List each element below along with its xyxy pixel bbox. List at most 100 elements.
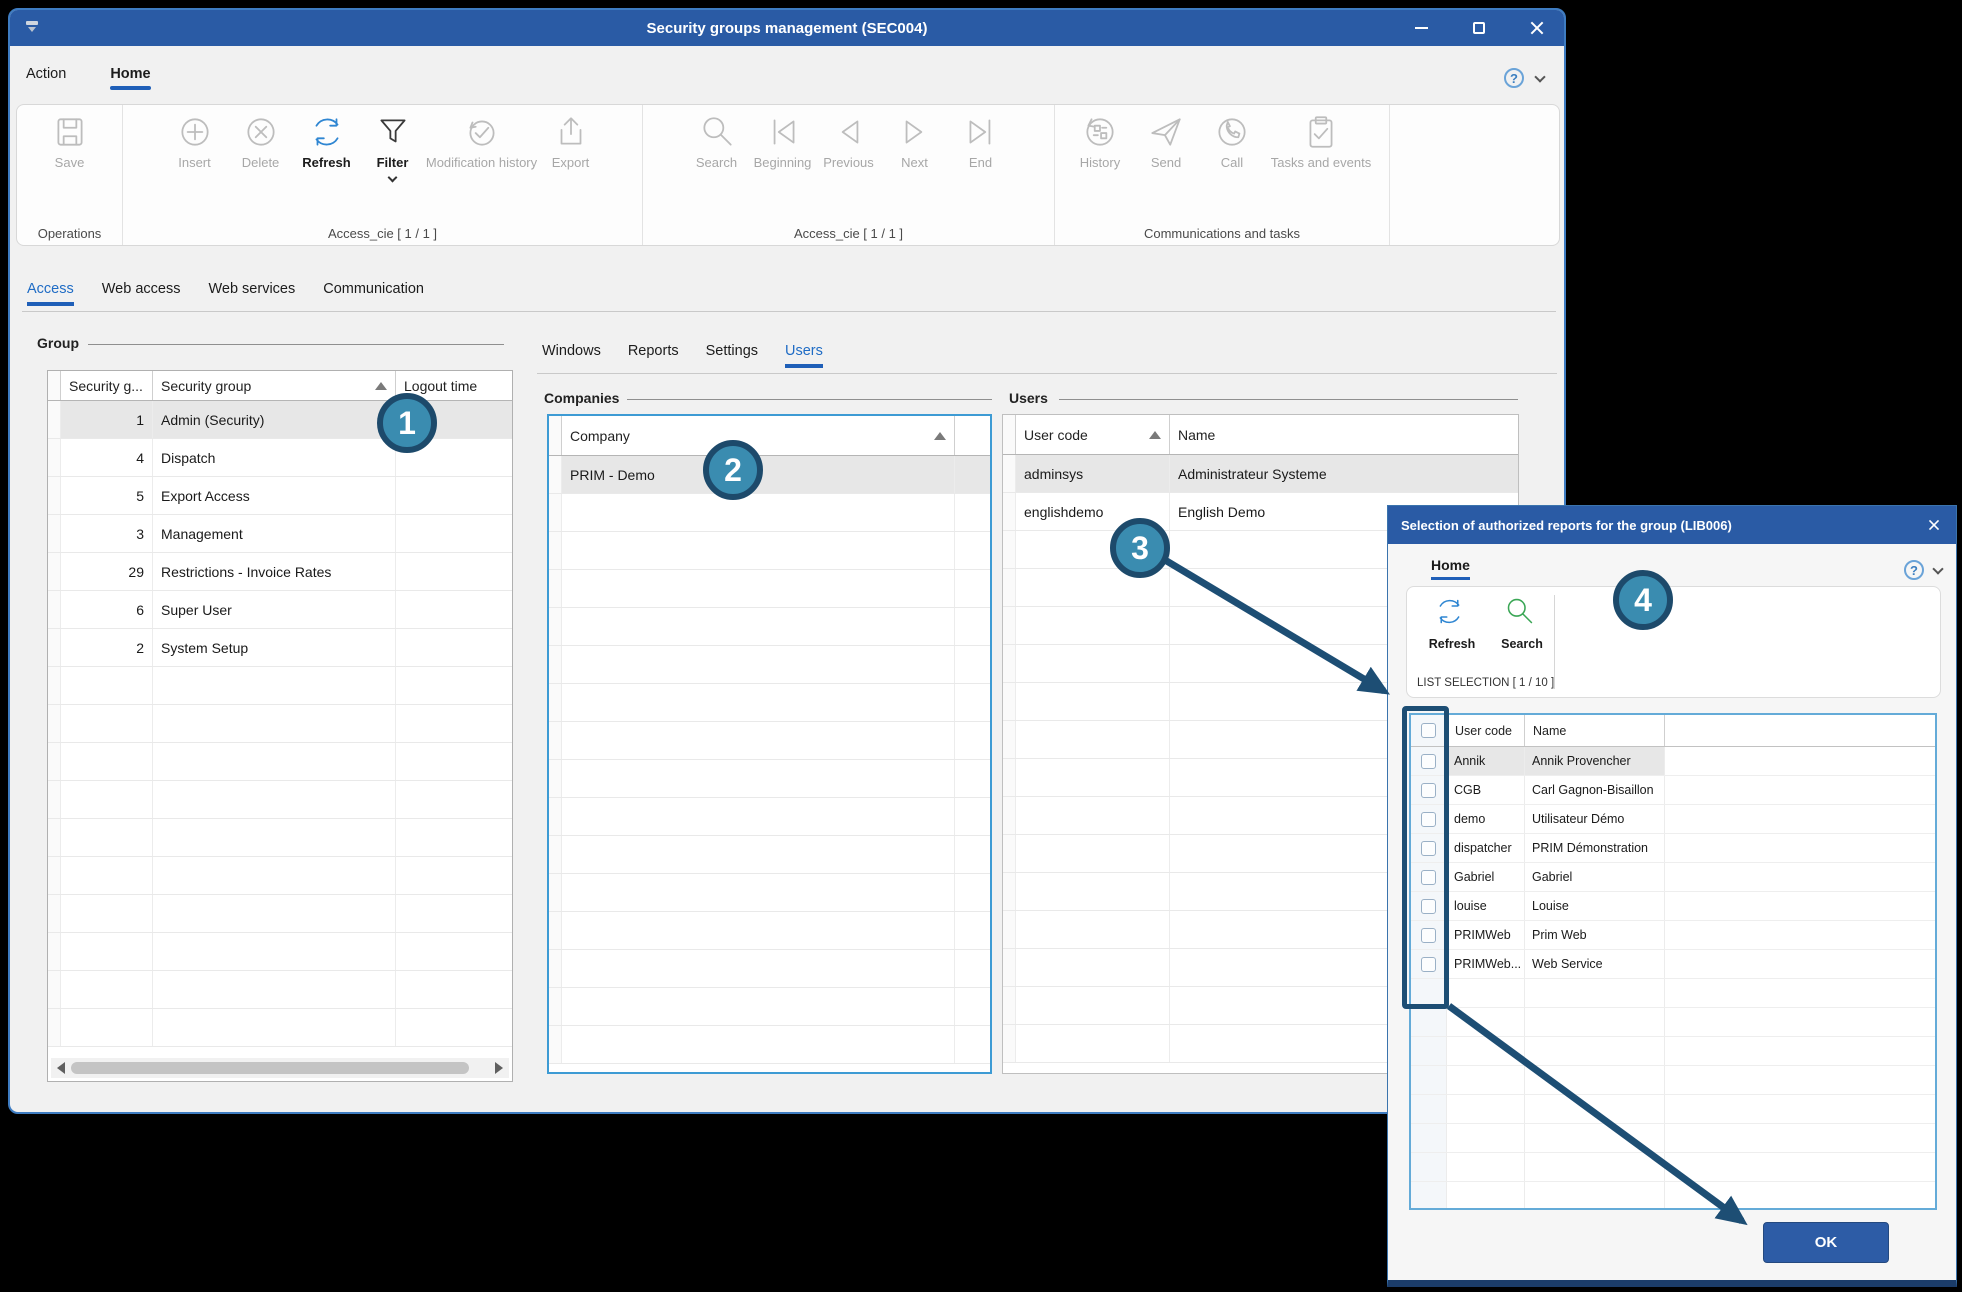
report-user-row[interactable]: CGB Carl Gagnon-Bisaillon xyxy=(1411,776,1935,805)
company-row[interactable] xyxy=(549,912,990,950)
report-user-row[interactable]: louise Louise xyxy=(1411,892,1935,921)
dialog-close-button[interactable] xyxy=(1922,513,1946,537)
user-row[interactable]: adminsys Administrateur Systeme xyxy=(1003,455,1518,493)
ribbon-button[interactable]: Send xyxy=(1133,113,1199,171)
security-group-row[interactable] xyxy=(48,781,512,819)
ribbon-button[interactable]: History xyxy=(1067,113,1133,171)
tab-access[interactable]: Access xyxy=(27,281,74,306)
company-row[interactable] xyxy=(549,760,990,798)
column-user-code[interactable]: User code xyxy=(1447,715,1525,746)
checkbox[interactable] xyxy=(1421,899,1436,914)
minimize-button[interactable] xyxy=(1408,15,1434,41)
help-icon[interactable] xyxy=(1904,560,1924,580)
report-user-row[interactable]: dispatcher PRIM Démonstration xyxy=(1411,834,1935,863)
ribbon-button[interactable]: Insert xyxy=(162,113,228,181)
company-row[interactable] xyxy=(549,532,990,570)
ribbon-button[interactable]: End xyxy=(948,113,1014,171)
company-row[interactable] xyxy=(549,1026,990,1064)
report-user-row[interactable] xyxy=(1411,979,1935,1008)
report-user-row[interactable] xyxy=(1411,1124,1935,1153)
horizontal-scrollbar[interactable] xyxy=(51,1058,509,1078)
checkbox[interactable] xyxy=(1421,928,1436,943)
tab-action[interactable]: Action xyxy=(26,66,66,90)
security-group-row[interactable]: 6 Super User xyxy=(48,591,512,629)
report-user-row[interactable] xyxy=(1411,1182,1935,1210)
scrollbar-thumb[interactable] xyxy=(71,1062,469,1074)
report-user-row[interactable]: PRIMWeb... Web Service xyxy=(1411,950,1935,979)
column-user-code[interactable]: User code xyxy=(1016,415,1170,454)
tab-web-services[interactable]: Web services xyxy=(208,281,295,306)
security-group-row[interactable]: 5 Export Access xyxy=(48,477,512,515)
ribbon-button[interactable]: Delete xyxy=(228,113,294,181)
checkbox[interactable] xyxy=(1421,957,1436,972)
company-row[interactable] xyxy=(549,798,990,836)
report-user-row[interactable]: Gabriel Gabriel xyxy=(1411,863,1935,892)
ribbon-button[interactable]: Beginning xyxy=(750,113,816,171)
security-group-row[interactable] xyxy=(48,1009,512,1047)
column-name[interactable]: Name xyxy=(1170,415,1518,454)
report-user-row[interactable]: demo Utilisateur Démo xyxy=(1411,805,1935,834)
security-group-row[interactable]: 3 Management xyxy=(48,515,512,553)
tab-communication[interactable]: Communication xyxy=(323,281,424,306)
checkbox[interactable] xyxy=(1421,754,1436,769)
tab-users[interactable]: Users xyxy=(785,343,823,368)
checkbox[interactable] xyxy=(1421,812,1436,827)
company-row[interactable] xyxy=(549,570,990,608)
column-name[interactable]: Name xyxy=(1525,715,1665,746)
ribbon-button[interactable]: Search xyxy=(684,113,750,171)
report-user-row[interactable] xyxy=(1411,1153,1935,1182)
tab-settings[interactable]: Settings xyxy=(706,343,758,368)
tab-web-access[interactable]: Web access xyxy=(102,281,181,306)
ribbon-button[interactable]: Tasks and events xyxy=(1265,113,1377,171)
security-group-row[interactable] xyxy=(48,971,512,1009)
report-user-row[interactable] xyxy=(1411,1008,1935,1037)
maximize-button[interactable] xyxy=(1466,15,1492,41)
tab-reports[interactable]: Reports xyxy=(628,343,679,368)
column-security-group[interactable]: Security group xyxy=(153,371,396,400)
chevron-down-icon[interactable] xyxy=(1534,71,1545,82)
security-group-row[interactable]: 1 Admin (Security) xyxy=(48,401,512,439)
report-user-row[interactable] xyxy=(1411,1037,1935,1066)
report-user-row[interactable]: Annik Annik Provencher xyxy=(1411,747,1935,776)
company-row[interactable] xyxy=(549,494,990,532)
close-button[interactable] xyxy=(1524,15,1550,41)
security-group-row[interactable] xyxy=(48,819,512,857)
company-row[interactable] xyxy=(549,722,990,760)
security-group-row[interactable] xyxy=(48,857,512,895)
checkbox[interactable] xyxy=(1421,841,1436,856)
checkbox[interactable] xyxy=(1421,783,1436,798)
report-user-row[interactable] xyxy=(1411,1066,1935,1095)
ribbon-button[interactable]: Filter xyxy=(360,113,426,181)
chevron-down-icon[interactable] xyxy=(1932,563,1943,574)
security-group-row[interactable]: 2 System Setup xyxy=(48,629,512,667)
security-group-row[interactable] xyxy=(48,667,512,705)
security-group-row[interactable] xyxy=(48,705,512,743)
report-user-row[interactable]: PRIMWeb Prim Web xyxy=(1411,921,1935,950)
ribbon-button[interactable]: Previous xyxy=(816,113,882,171)
ribbon-button[interactable]: Search xyxy=(1491,595,1553,652)
security-group-row[interactable] xyxy=(48,743,512,781)
company-row[interactable] xyxy=(549,684,990,722)
company-row[interactable]: PRIM - Demo xyxy=(549,456,990,494)
checkbox[interactable] xyxy=(1421,870,1436,885)
ribbon-button[interactable]: Modification history xyxy=(426,113,538,181)
company-row[interactable] xyxy=(549,950,990,988)
company-row[interactable] xyxy=(549,836,990,874)
scroll-right-icon[interactable] xyxy=(495,1062,503,1074)
tab-home[interactable]: Home xyxy=(110,66,150,90)
report-user-row[interactable] xyxy=(1411,1095,1935,1124)
company-row[interactable] xyxy=(549,988,990,1026)
ribbon-button[interactable]: Save xyxy=(37,113,103,171)
company-row[interactable] xyxy=(549,646,990,684)
column-security-group-id[interactable]: Security g... xyxy=(61,371,153,400)
dialog-tab-home[interactable]: Home xyxy=(1431,557,1470,580)
security-group-row[interactable] xyxy=(48,895,512,933)
ok-button[interactable]: OK xyxy=(1763,1222,1889,1263)
ribbon-button[interactable]: Call xyxy=(1199,113,1265,171)
ribbon-button[interactable]: Refresh xyxy=(294,113,360,181)
column-company[interactable]: Company xyxy=(562,416,955,455)
security-group-row[interactable]: 4 Dispatch xyxy=(48,439,512,477)
help-icon[interactable] xyxy=(1504,68,1524,88)
company-row[interactable] xyxy=(549,608,990,646)
ribbon-button[interactable]: Next xyxy=(882,113,948,171)
